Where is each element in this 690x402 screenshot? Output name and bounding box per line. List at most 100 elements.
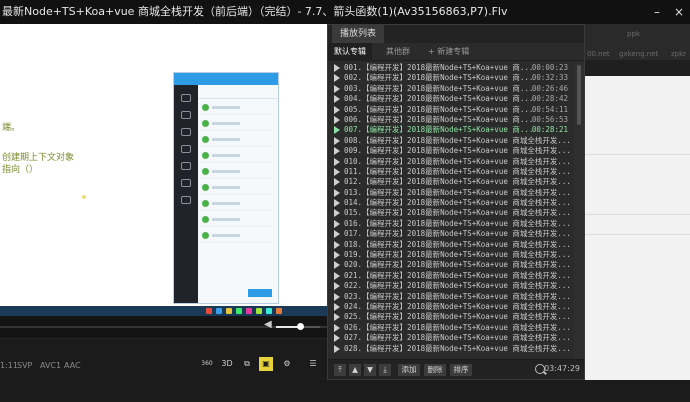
play-icon[interactable] — [334, 344, 340, 353]
play-icon[interactable] — [334, 178, 340, 187]
play-icon[interactable] — [334, 188, 340, 197]
playlist-row[interactable]: 003.【编程开发】2018最新Node+TS+Koa+vue 商... 00:2… — [328, 84, 584, 94]
subtitle-button[interactable]: ▣ — [259, 357, 273, 371]
playlist-row-title: 020.【编程开发】2018最新Node+TS+Koa+vue 商城全栈开发..… — [344, 260, 571, 270]
play-icon[interactable] — [334, 167, 340, 176]
slide-note: 指向（） — [2, 165, 39, 175]
play-icon[interactable] — [334, 240, 340, 249]
play-icon[interactable] — [334, 282, 340, 291]
add-button[interactable]: 添加 — [398, 364, 420, 376]
playlist-row[interactable]: 016.【编程开发】2018最新Node+TS+Koa+vue 商城全栈开发..… — [328, 219, 584, 229]
play-icon[interactable] — [334, 219, 340, 228]
playlist-row[interactable]: 004.【编程开发】2018最新Node+TS+Koa+vue 商... 00:2… — [328, 94, 584, 104]
playlist-row[interactable]: 026.【编程开发】2018最新Node+TS+Koa+vue 商城全栈开发..… — [328, 323, 584, 333]
playlist-row[interactable]: 010.【编程开发】2018最新Node+TS+Koa+vue 商城全栈开发..… — [328, 157, 584, 167]
playlist-row[interactable]: 002.【编程开发】2018最新Node+TS+Koa+vue 商... 00:3… — [328, 73, 584, 83]
playlist-row[interactable]: 006.【编程开发】2018最新Node+TS+Koa+vue 商... 00:5… — [328, 115, 584, 125]
playlist-row[interactable]: 014.【编程开发】2018最新Node+TS+Koa+vue 商城全栈开发..… — [328, 198, 584, 208]
play-icon[interactable] — [334, 199, 340, 208]
move-up-button[interactable]: ▲ — [349, 364, 361, 376]
playlist-row[interactable]: 013.【编程开发】2018最新Node+TS+Koa+vue 商城全栈开发..… — [328, 188, 584, 198]
playlist-row[interactable]: 025.【编程开发】2018最新Node+TS+Koa+vue 商城全栈开发..… — [328, 312, 584, 322]
background-window: ppk 00.net gxkeng.net zpkr — [585, 24, 690, 60]
tray-icon — [236, 308, 242, 314]
play-icon[interactable] — [334, 84, 340, 93]
play-icon[interactable] — [334, 313, 340, 322]
play-icon[interactable] — [334, 251, 340, 260]
play-icon[interactable] — [334, 157, 340, 166]
play-icon[interactable] — [334, 334, 340, 343]
playlist-row-title: 007.【编程开发】2018最新Node+TS+Koa+vue 商... — [344, 125, 534, 135]
divider — [585, 234, 690, 235]
tab-other-group[interactable]: 其他群 — [386, 43, 410, 61]
play-icon[interactable] — [334, 74, 340, 83]
tray-icon — [206, 308, 212, 314]
close-button[interactable]: × — [668, 0, 690, 24]
playlist-row[interactable]: 023.【编程开发】2018最新Node+TS+Koa+vue 商城全栈开发..… — [328, 292, 584, 302]
volume-slider-handle[interactable] — [297, 323, 305, 330]
play-icon[interactable] — [334, 136, 340, 145]
playlist-row[interactable]: 009.【编程开发】2018最新Node+TS+Koa+vue 商城全栈开发..… — [328, 146, 584, 156]
volume-control[interactable]: ◀ — [264, 319, 324, 335]
play-icon[interactable] — [334, 95, 340, 104]
playlist-title[interactable]: 播放列表 — [332, 25, 385, 43]
playlist-row-title: 001.【编程开发】2018最新Node+TS+Koa+vue 商... — [344, 63, 534, 72]
playlist-row[interactable]: 027.【编程开发】2018最新Node+TS+Koa+vue 商城全栈开发..… — [328, 333, 584, 343]
playlist-scrollbar[interactable] — [574, 63, 584, 359]
tab-new-album[interactable]: + 新建专辑 — [428, 43, 469, 61]
playlist-row[interactable]: 022.【编程开发】2018最新Node+TS+Koa+vue 商城全栈开发..… — [328, 281, 584, 291]
playlist-row-duration: 00:28:21 — [531, 125, 568, 135]
playlist-items: 001.【编程开发】2018最新Node+TS+Koa+vue 商... 00:0… — [328, 63, 584, 359]
move-bottom-button[interactable]: ⤓ — [379, 364, 391, 376]
vr-button[interactable]: 360 — [200, 357, 214, 371]
list-item — [202, 230, 274, 243]
play-icon[interactable] — [334, 302, 340, 311]
scrollbar-thumb[interactable] — [577, 65, 581, 125]
playlist-row[interactable]: 019.【编程开发】2018最新Node+TS+Koa+vue 商城全栈开发..… — [328, 250, 584, 260]
playlist-row[interactable]: 020.【编程开发】2018最新Node+TS+Koa+vue 商城全栈开发..… — [328, 260, 584, 270]
playlist-row-duration: 00:28:42 — [531, 94, 568, 104]
delete-button[interactable]: 删除 — [424, 364, 446, 376]
playlist-row[interactable]: 028.【编程开发】2018最新Node+TS+Koa+vue 商城全栈开发..… — [328, 344, 584, 354]
move-top-button[interactable]: ⤒ — [334, 364, 346, 376]
playlist-row[interactable]: 011.【编程开发】2018最新Node+TS+Koa+vue 商城全栈开发..… — [328, 167, 584, 177]
sort-button[interactable]: 排序 — [450, 364, 472, 376]
3d-button[interactable]: 3D — [220, 357, 234, 371]
volume-slider[interactable] — [276, 323, 320, 330]
list-item — [202, 102, 274, 115]
play-icon[interactable] — [334, 230, 340, 239]
playlist-row[interactable]: 021.【编程开发】2018最新Node+TS+Koa+vue 商城全栈开发..… — [328, 271, 584, 281]
play-icon[interactable] — [334, 323, 340, 332]
video-surface[interactable]: 端。 创建期上下文对象 指向（） — [0, 24, 330, 316]
move-down-button[interactable]: ▼ — [364, 364, 376, 376]
play-icon[interactable] — [334, 147, 340, 156]
star-icon — [181, 145, 191, 153]
menu-button[interactable]: ☰ — [306, 357, 320, 371]
tab-default-album[interactable]: 默认专辑 — [328, 43, 372, 61]
playlist-row[interactable]: 012.【编程开发】2018最新Node+TS+Koa+vue 商城全栈开发..… — [328, 177, 584, 187]
playlist-row[interactable]: 018.【编程开发】2018最新Node+TS+Koa+vue 商城全栈开发..… — [328, 240, 584, 250]
settings-button[interactable]: ⚙ — [280, 357, 294, 371]
playlist-row[interactable]: 024.【编程开发】2018最新Node+TS+Koa+vue 商城全栈开发..… — [328, 302, 584, 312]
snapshot-button[interactable]: ⧉ — [240, 357, 254, 371]
minimize-button[interactable]: – — [646, 0, 668, 24]
desktop-taskbar — [0, 306, 330, 316]
playlist-row[interactable]: 015.【编程开发】2018最新Node+TS+Koa+vue 商城全栈开发..… — [328, 208, 584, 218]
play-icon[interactable] — [334, 105, 340, 114]
playlist-row[interactable]: 005.【编程开发】2018最新Node+TS+Koa+vue 商... 00:5… — [328, 105, 584, 115]
playlist-row[interactable]: 008.【编程开发】2018最新Node+TS+Koa+vue 商城全栈开发..… — [328, 136, 584, 146]
playlist-row-title: 006.【编程开发】2018最新Node+TS+Koa+vue 商... — [344, 114, 534, 124]
play-icon[interactable] — [334, 115, 340, 124]
play-icon[interactable] — [334, 64, 340, 72]
playlist-row[interactable]: 017.【编程开发】2018最新Node+TS+Koa+vue 商城全栈开发..… — [328, 229, 584, 239]
playlist-row-title: 016.【编程开发】2018最新Node+TS+Koa+vue 商城全栈开发..… — [344, 218, 571, 228]
play-icon[interactable] — [334, 271, 340, 280]
play-icon[interactable] — [334, 126, 340, 135]
playlist-row[interactable]: 007.【编程开发】2018最新Node+TS+Koa+vue 商... 00:2… — [328, 125, 584, 135]
speaker-icon[interactable]: ◀ — [264, 319, 272, 330]
playlist-row[interactable]: 001.【编程开发】2018最新Node+TS+Koa+vue 商... 00:0… — [328, 63, 584, 73]
play-icon[interactable] — [334, 261, 340, 270]
play-icon[interactable] — [334, 209, 340, 218]
contacts-icon — [181, 111, 191, 119]
play-icon[interactable] — [334, 292, 340, 301]
